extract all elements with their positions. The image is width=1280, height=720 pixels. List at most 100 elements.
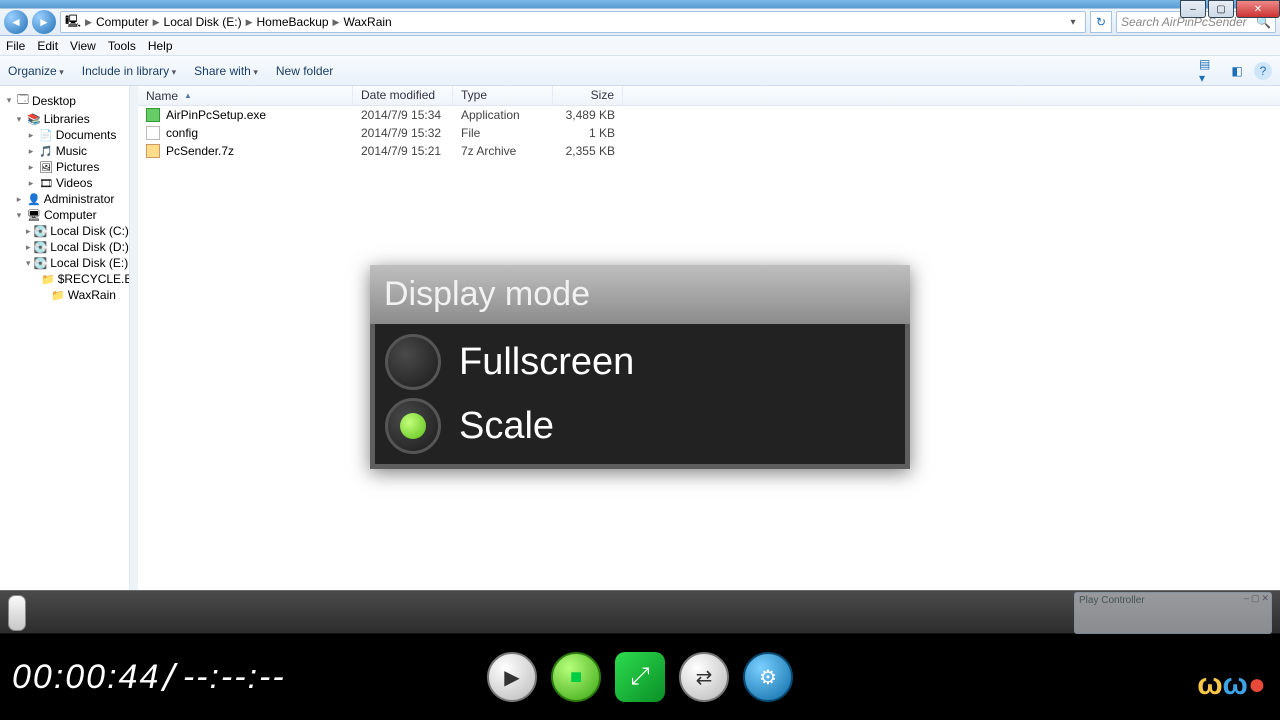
sort-asc-icon: ▲ (184, 91, 192, 100)
tree-computer[interactable]: Computer (44, 208, 97, 222)
libraries-icon: 📚 (27, 113, 41, 126)
window-close-button[interactable]: ✕ (1236, 0, 1280, 18)
tree-scrollbar[interactable] (130, 86, 138, 590)
file-row[interactable]: PcSender.7z2014/7/9 15:217z Archive2,355… (138, 142, 1280, 160)
expand-icon[interactable]: ▸ (26, 162, 36, 173)
breadcrumb-item[interactable]: Computer (96, 15, 149, 29)
expand-icon[interactable]: ▸ (26, 130, 36, 141)
tree-videos[interactable]: Videos (56, 176, 92, 190)
preview-pane-button[interactable]: ◧ (1226, 61, 1248, 81)
breadcrumb-item[interactable]: Local Disk (E:) (164, 15, 242, 29)
menu-edit[interactable]: Edit (37, 39, 58, 53)
music-icon: 🎵 (39, 145, 53, 158)
tree-diske[interactable]: Local Disk (E:) (50, 256, 128, 270)
folder-icon: 📁 (51, 289, 65, 302)
tree-diskc[interactable]: Local Disk (C:) (50, 224, 129, 238)
expand-icon[interactable]: ▸ (26, 242, 31, 253)
menu-help[interactable]: Help (148, 39, 173, 53)
share-with-button[interactable]: Share with (194, 64, 258, 78)
expand-icon[interactable]: ▸ (26, 178, 36, 189)
user-icon: 👤 (27, 193, 41, 206)
file-type: File (453, 126, 553, 140)
chevron-right-icon: ▶ (151, 17, 162, 28)
chevron-right-icon: ▶ (83, 17, 94, 28)
mini-close-icon[interactable]: ✕ (1261, 593, 1269, 604)
file-type: 7z Archive (453, 144, 553, 158)
breadcrumb-item[interactable]: HomeBackup (257, 15, 329, 29)
chevron-right-icon: ▶ (244, 17, 255, 28)
tree-diskd[interactable]: Local Disk (D:) (50, 240, 129, 254)
refresh-button[interactable]: ↻ (1090, 11, 1112, 33)
fullscreen-button[interactable]: ⤢ (615, 652, 665, 702)
column-name[interactable]: Name▲ (138, 86, 353, 105)
settings-button[interactable]: ⚙ (743, 652, 793, 702)
radio-fullscreen[interactable]: Fullscreen (379, 330, 901, 394)
new-folder-button[interactable]: New folder (276, 64, 333, 78)
breadcrumb-dropdown[interactable]: ▾ (1065, 17, 1081, 28)
menu-tools[interactable]: Tools (108, 39, 136, 53)
drive-icon: 💽 (34, 257, 48, 270)
computer-icon: 🖳 (65, 12, 81, 33)
file-date: 2014/7/9 15:21 (353, 144, 453, 158)
breadcrumb-item[interactable]: WaxRain (343, 15, 391, 29)
collapse-icon[interactable]: ▾ (14, 210, 24, 221)
breadcrumb[interactable]: 🖳 ▶ Computer ▶ Local Disk (E:) ▶ HomeBac… (60, 11, 1086, 33)
organize-button[interactable]: Organize (8, 64, 64, 78)
menu-view[interactable]: View (70, 39, 96, 53)
tree-waxrain[interactable]: WaxRain (68, 288, 116, 302)
mini-window-title: Play Controller (1079, 595, 1145, 606)
file-size: 1 KB (553, 126, 623, 140)
window-maximize-button[interactable]: ▢ (1208, 0, 1234, 18)
tree-libraries[interactable]: Libraries (44, 112, 90, 126)
play-controller-window[interactable]: Play Controller – ▢ ✕ (1074, 592, 1272, 634)
tree-recycle[interactable]: $RECYCLE.BIN (58, 272, 130, 286)
collapse-icon[interactable]: ▾ (14, 114, 24, 125)
app-logo: ωω● (1197, 668, 1266, 702)
expand-icon[interactable]: ▸ (26, 146, 36, 157)
chevron-right-icon: ▶ (331, 17, 342, 28)
tree-desktop[interactable]: Desktop (32, 94, 76, 108)
column-type[interactable]: Type (453, 86, 553, 105)
radio-label: Fullscreen (459, 341, 634, 384)
view-options-button[interactable]: ▤ ▾ (1198, 61, 1220, 81)
radio-scale[interactable]: Scale (379, 394, 901, 458)
menu-file[interactable]: File (6, 39, 25, 53)
collapse-icon[interactable]: ▾ (26, 258, 31, 269)
collapse-icon[interactable]: ▾ (4, 95, 14, 106)
column-size[interactable]: Size (553, 86, 623, 105)
nav-back-button[interactable]: ◄ (4, 10, 28, 34)
column-date[interactable]: Date modified (353, 86, 453, 105)
tree-administrator[interactable]: Administrator (44, 192, 115, 206)
seek-thumb[interactable] (8, 595, 26, 631)
file-size: 3,489 KB (553, 108, 623, 122)
file-row[interactable]: AirPinPcSetup.exe2014/7/9 15:34Applicati… (138, 106, 1280, 124)
play-button[interactable]: ▶ (487, 652, 537, 702)
desktop-icon: 🗔 (17, 91, 29, 110)
help-button[interactable]: ? (1254, 62, 1272, 80)
file-icon (146, 108, 160, 122)
folder-icon: 📄 (39, 129, 53, 142)
drive-icon: 💽 (34, 225, 48, 238)
radio-icon (385, 398, 441, 454)
expand-icon[interactable]: ▸ (26, 226, 31, 237)
file-icon (146, 144, 160, 158)
file-row[interactable]: config2014/7/9 15:32File1 KB (138, 124, 1280, 142)
window-minimize-button[interactable]: – (1180, 0, 1206, 18)
swap-button[interactable]: ⇄ (679, 652, 729, 702)
tree-documents[interactable]: Documents (56, 128, 117, 142)
file-size: 2,355 KB (553, 144, 623, 158)
file-type: Application (453, 108, 553, 122)
pictures-icon: 🖼 (39, 161, 53, 174)
include-library-button[interactable]: Include in library (82, 64, 176, 78)
tree-music[interactable]: Music (56, 144, 87, 158)
mini-maximize-icon[interactable]: ▢ (1251, 593, 1260, 604)
nav-forward-button[interactable]: ► (32, 10, 56, 34)
expand-icon[interactable]: ▸ (14, 194, 24, 205)
file-date: 2014/7/9 15:32 (353, 126, 453, 140)
dialog-title: Display mode (370, 265, 910, 324)
stop-button[interactable]: ■ (551, 652, 601, 702)
file-name: AirPinPcSetup.exe (166, 108, 266, 122)
timecode: 00:00:44/--:--:-- (12, 657, 286, 697)
tree-pictures[interactable]: Pictures (56, 160, 99, 174)
mini-minimize-icon[interactable]: – (1244, 593, 1249, 604)
